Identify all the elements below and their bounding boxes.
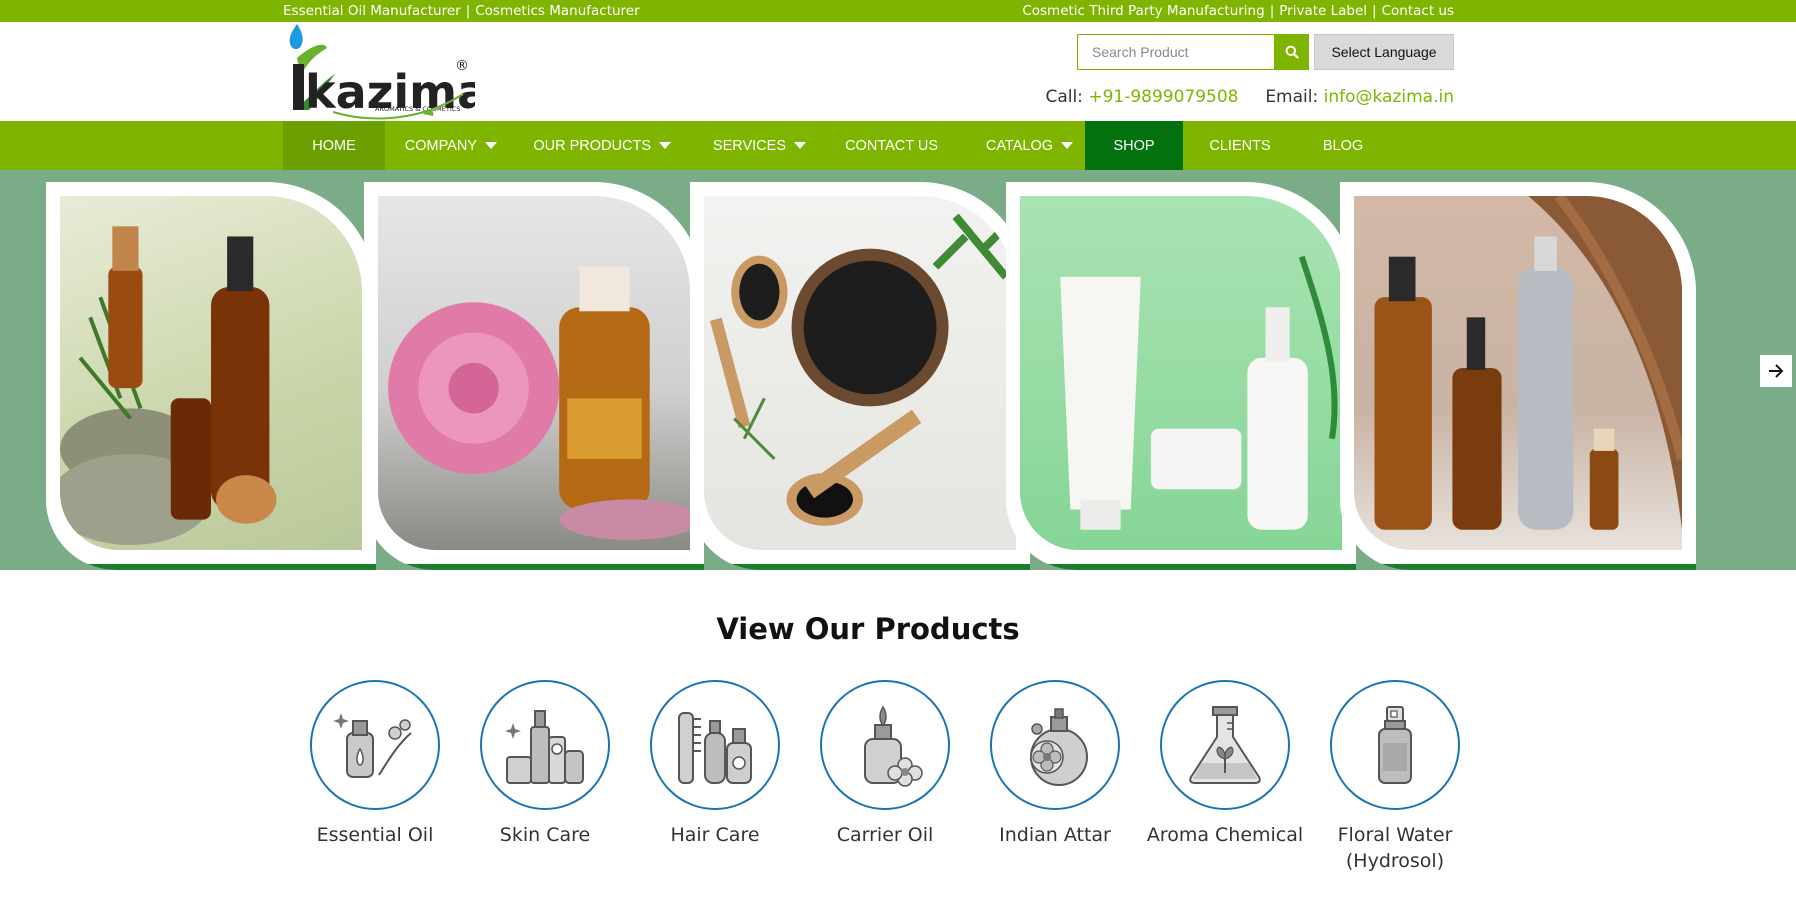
search-icon <box>1285 45 1299 59</box>
hero-slider <box>0 170 1796 570</box>
svg-text:®: ® <box>455 58 469 74</box>
link-cosmetics-manufacturer[interactable]: Cosmetics Manufacturer <box>475 3 639 19</box>
email-link[interactable]: info@kazima.in <box>1324 87 1454 107</box>
product-hair-care[interactable]: Hair Care <box>630 680 800 874</box>
section-title: View Our Products <box>716 612 1020 646</box>
product-label: Essential Oil <box>316 824 434 846</box>
chevron-down-icon <box>485 142 497 149</box>
product-carrier-oil[interactable]: Carrier Oil <box>800 680 970 874</box>
product-label: Floral Water (Hydrosol) <box>1337 824 1453 872</box>
product-label: Carrier Oil <box>836 824 934 846</box>
nav-item-label: SHOP <box>1113 137 1155 154</box>
nav-item-our-products[interactable]: OUR PRODUCTS <box>499 121 675 170</box>
product-circle[interactable] <box>1160 680 1290 810</box>
product-circle[interactable] <box>1330 680 1460 810</box>
hair-care-bottles-image <box>1374 196 1682 530</box>
product-label: Indian Attar <box>999 824 1111 846</box>
hair-care-icon <box>678 712 752 784</box>
product-category-list: Essential Oil Skin Care Hair Care Carrie… <box>290 680 1480 874</box>
topbar-right-links: Cosmetic Third Party Manufacturing | Priva… <box>1022 3 1454 19</box>
topbar-separator: | <box>465 3 471 19</box>
svg-text:AROMATICS & COSMETICS: AROMATICS & COSMETICS <box>375 105 460 113</box>
product-label: Skin Care <box>499 824 591 846</box>
nav-item-contact-us[interactable]: CONTACT US <box>810 121 958 170</box>
nav-item-label: OUR PRODUCTS <box>533 137 651 154</box>
nav-item-clients[interactable]: CLIENTS <box>1183 121 1297 170</box>
essential-oil-icon <box>333 713 412 778</box>
call-label: Call: <box>1045 87 1083 107</box>
nav-item-home[interactable]: HOME <box>283 121 385 170</box>
nav-item-label: HOME <box>312 137 356 154</box>
indian-attar-icon <box>1030 708 1088 786</box>
nav-item-company[interactable]: COMPANY <box>385 121 499 170</box>
nav-item-label: CATALOG <box>985 137 1053 154</box>
link-private-label[interactable]: Private Label <box>1279 3 1367 19</box>
link-contact-us-top[interactable]: Contact us <box>1382 3 1454 19</box>
slide-rose-and-oil[interactable] <box>364 182 704 570</box>
nav-item-label: COMPANY <box>404 137 477 154</box>
nav-item-label: SERVICES <box>712 137 786 154</box>
chevron-down-icon <box>659 142 671 149</box>
search-bar <box>1077 34 1309 70</box>
slider-next-button[interactable] <box>1760 355 1792 387</box>
essential-oil-bottles-image <box>60 226 277 545</box>
product-circle[interactable] <box>650 680 780 810</box>
slide-hair-care-bottles[interactable] <box>1340 182 1696 570</box>
call-number-link[interactable]: +91-9899079508 <box>1088 87 1238 107</box>
link-essential-oil-manufacturer[interactable]: Essential Oil Manufacturer <box>283 3 461 19</box>
white-cosmetic-tubes-image <box>1060 255 1338 530</box>
floral-water-icon <box>1378 706 1412 784</box>
nav-item-blog[interactable]: BLOG <box>1297 121 1389 170</box>
select-language-button[interactable]: Select Language <box>1314 34 1454 70</box>
herbal-scrub-image <box>710 213 1010 526</box>
rose-and-oil-image <box>388 266 690 540</box>
contact-info: Call: +91-9899079508 Email: info@kazima.… <box>1045 87 1454 107</box>
aroma-chemical-icon <box>1189 706 1261 784</box>
slide-white-cosmetic-tubes[interactable] <box>1006 182 1356 570</box>
carrier-oil-icon <box>864 705 923 787</box>
site-header: kazima ® AROMATICS & COSMETICS Select La… <box>283 22 1454 121</box>
topbar-separator: | <box>1269 3 1275 19</box>
search-button[interactable] <box>1275 34 1309 70</box>
nav-item-label: CONTACT US <box>845 137 938 154</box>
product-essential-oil[interactable]: Essential Oil <box>290 680 460 874</box>
product-skin-care[interactable]: Skin Care <box>460 680 630 874</box>
slide-herbal-scrub[interactable] <box>690 182 1030 570</box>
top-bar: Essential Oil Manufacturer | Cosmetics Man… <box>0 0 1796 22</box>
product-label: Hair Care <box>670 824 760 846</box>
chevron-down-icon <box>1061 142 1073 149</box>
product-aroma-chemical[interactable]: Aroma Chemical <box>1140 680 1310 874</box>
kazima-logo[interactable]: kazima ® AROMATICS & COSMETICS <box>283 24 475 120</box>
skin-care-icon <box>505 710 584 784</box>
nav-item-services[interactable]: SERVICES <box>675 121 810 170</box>
link-third-party-manufacturing[interactable]: Cosmetic Third Party Manufacturing <box>1022 3 1264 19</box>
product-circle[interactable] <box>990 680 1120 810</box>
product-indian-attar[interactable]: Indian Attar <box>970 680 1140 874</box>
search-input[interactable] <box>1077 34 1275 70</box>
chevron-down-icon <box>794 142 806 149</box>
product-floral-water-hydrosol[interactable]: Floral Water (Hydrosol) <box>1310 680 1480 874</box>
nav-item-label: CLIENTS <box>1209 137 1271 154</box>
product-circle[interactable] <box>480 680 610 810</box>
main-nav: HOME COMPANY OUR PRODUCTS SERVICES CONTA… <box>0 121 1796 170</box>
topbar-separator: | <box>1372 3 1377 19</box>
product-circle[interactable] <box>310 680 440 810</box>
product-label: Aroma Chemical <box>1146 824 1304 846</box>
nav-item-catalog[interactable]: CATALOG <box>958 121 1085 170</box>
nav-item-shop[interactable]: SHOP <box>1085 121 1183 170</box>
product-circle[interactable] <box>820 680 950 810</box>
slide-essential-oil-bottles[interactable] <box>46 182 376 570</box>
topbar-left-links: Essential Oil Manufacturer | Cosmetics Man… <box>283 3 640 19</box>
arrow-right-icon <box>1769 364 1784 378</box>
email-label: Email: <box>1265 87 1319 107</box>
nav-item-label: BLOG <box>1322 137 1364 154</box>
